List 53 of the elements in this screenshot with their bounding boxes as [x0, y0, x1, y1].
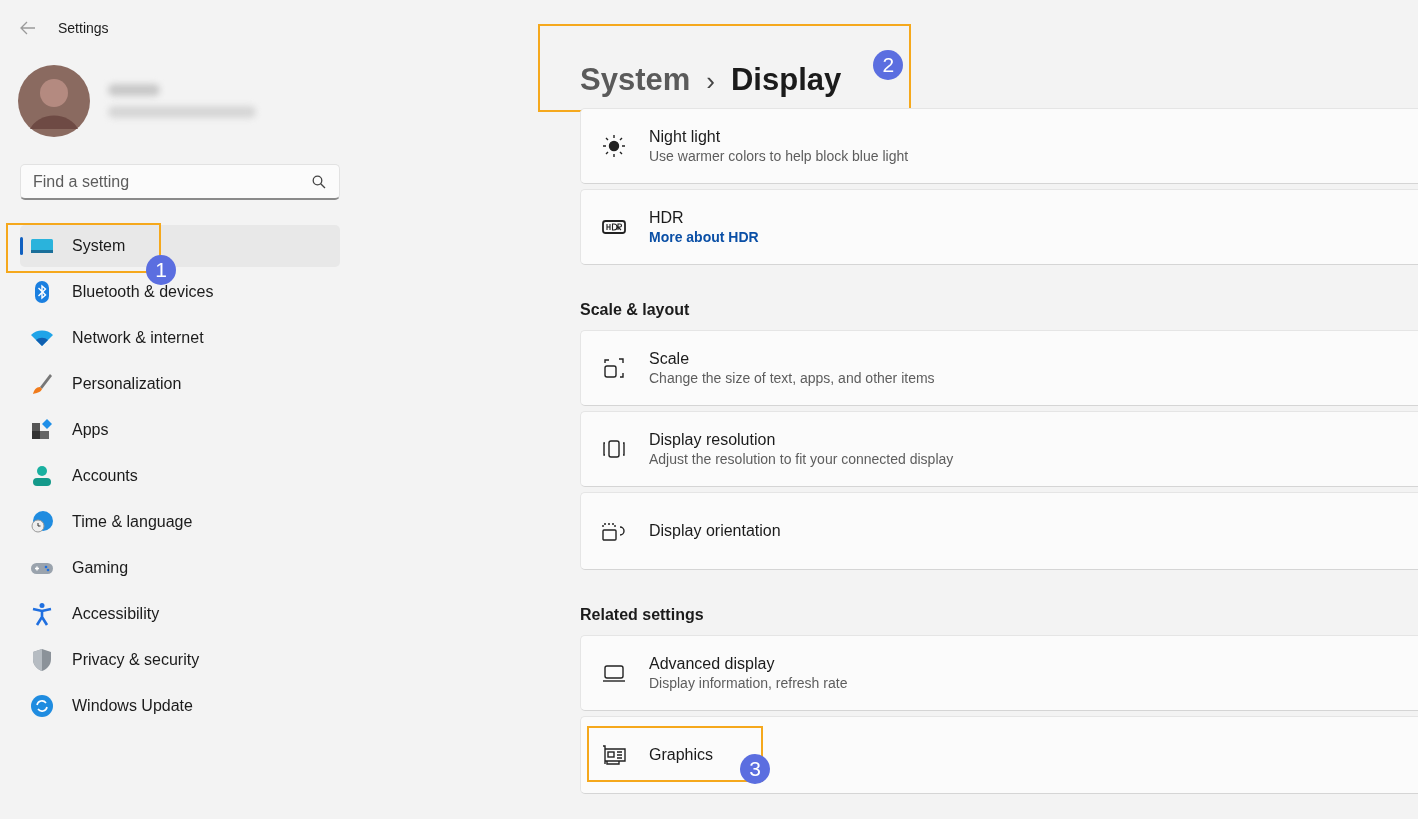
sidebar-item[interactable]: Privacy & security — [20, 639, 340, 681]
sidebar-item[interactable]: Time & language — [20, 501, 340, 543]
card-title: Display resolution — [649, 431, 777, 449]
card-description: Use warmer colors to help block blue light — [649, 148, 909, 164]
update-icon — [30, 694, 54, 718]
card-title: Scale — [649, 350, 691, 368]
graphics-card-icon — [601, 742, 627, 768]
redacted-name — [108, 84, 160, 96]
step-badge: 3 — [740, 754, 770, 784]
page-title: Display — [730, 62, 842, 98]
breadcrumb-separator: › — [706, 66, 715, 97]
card-description: Adjust the resolution to fit your connected display — [649, 451, 954, 467]
setting-card[interactable]: Advanced display Display information, refresh rate — [580, 635, 1418, 711]
back-arrow-icon[interactable] — [20, 21, 36, 35]
sidebar-item[interactable]: Personalization — [20, 363, 340, 405]
avatar-icon — [16, 63, 92, 139]
person-icon — [30, 464, 54, 488]
sidebar-item[interactable]: Accounts — [20, 455, 340, 497]
sidebar-item[interactable]: Accessibility — [20, 593, 340, 635]
card-title: Advanced display — [649, 655, 776, 673]
setting-card[interactable]: Graphics 3 — [580, 716, 1418, 794]
shield-icon — [30, 648, 54, 672]
selection-indicator — [20, 237, 23, 255]
step-badge: 1 — [146, 255, 176, 285]
card-title: Night light — [649, 128, 722, 146]
card-title: Graphics — [649, 746, 714, 764]
sidebar-item[interactable]: Network & internet — [20, 317, 340, 359]
setting-card[interactable]: Display resolution Adjust the resolution to fit your connected display — [580, 411, 1418, 487]
card-description: Change the size of text, apps, and other items — [649, 370, 935, 386]
setting-card[interactable]: HDR More about HDR — [580, 189, 1418, 265]
apps-icon — [30, 418, 54, 442]
card-description: Display information, refresh rate — [649, 675, 848, 691]
setting-card[interactable]: Display orientation — [580, 492, 1418, 570]
learn-more-link[interactable]: More about HDR — [649, 229, 759, 245]
window-title: Settings — [58, 20, 109, 36]
brush-icon — [30, 372, 54, 396]
sun-icon — [601, 133, 627, 159]
globe-clock-icon — [30, 510, 54, 534]
search-icon[interactable] — [312, 175, 326, 189]
search-field[interactable]: Find a setting — [20, 164, 340, 200]
sidebar-item[interactable]: Apps — [20, 409, 340, 451]
setting-card[interactable]: Scale Change the size of text, apps, and other items — [580, 330, 1418, 406]
breadcrumb-parent[interactable]: System — [580, 62, 691, 98]
section-heading: Scale & layout — [580, 301, 691, 319]
sidebar-item[interactable]: Windows Update — [20, 685, 340, 727]
sidebar-item[interactable]: Gaming — [20, 547, 340, 589]
card-title: HDR — [649, 209, 685, 227]
card-title: Display orientation — [649, 522, 781, 540]
scale-icon — [601, 355, 627, 381]
section-heading: Related settings — [580, 606, 705, 624]
setting-card[interactable]: Night light Use warmer colors to help block blue light — [580, 108, 1418, 184]
step-badge: 2 — [873, 50, 904, 80]
accessibility-icon — [30, 602, 54, 626]
